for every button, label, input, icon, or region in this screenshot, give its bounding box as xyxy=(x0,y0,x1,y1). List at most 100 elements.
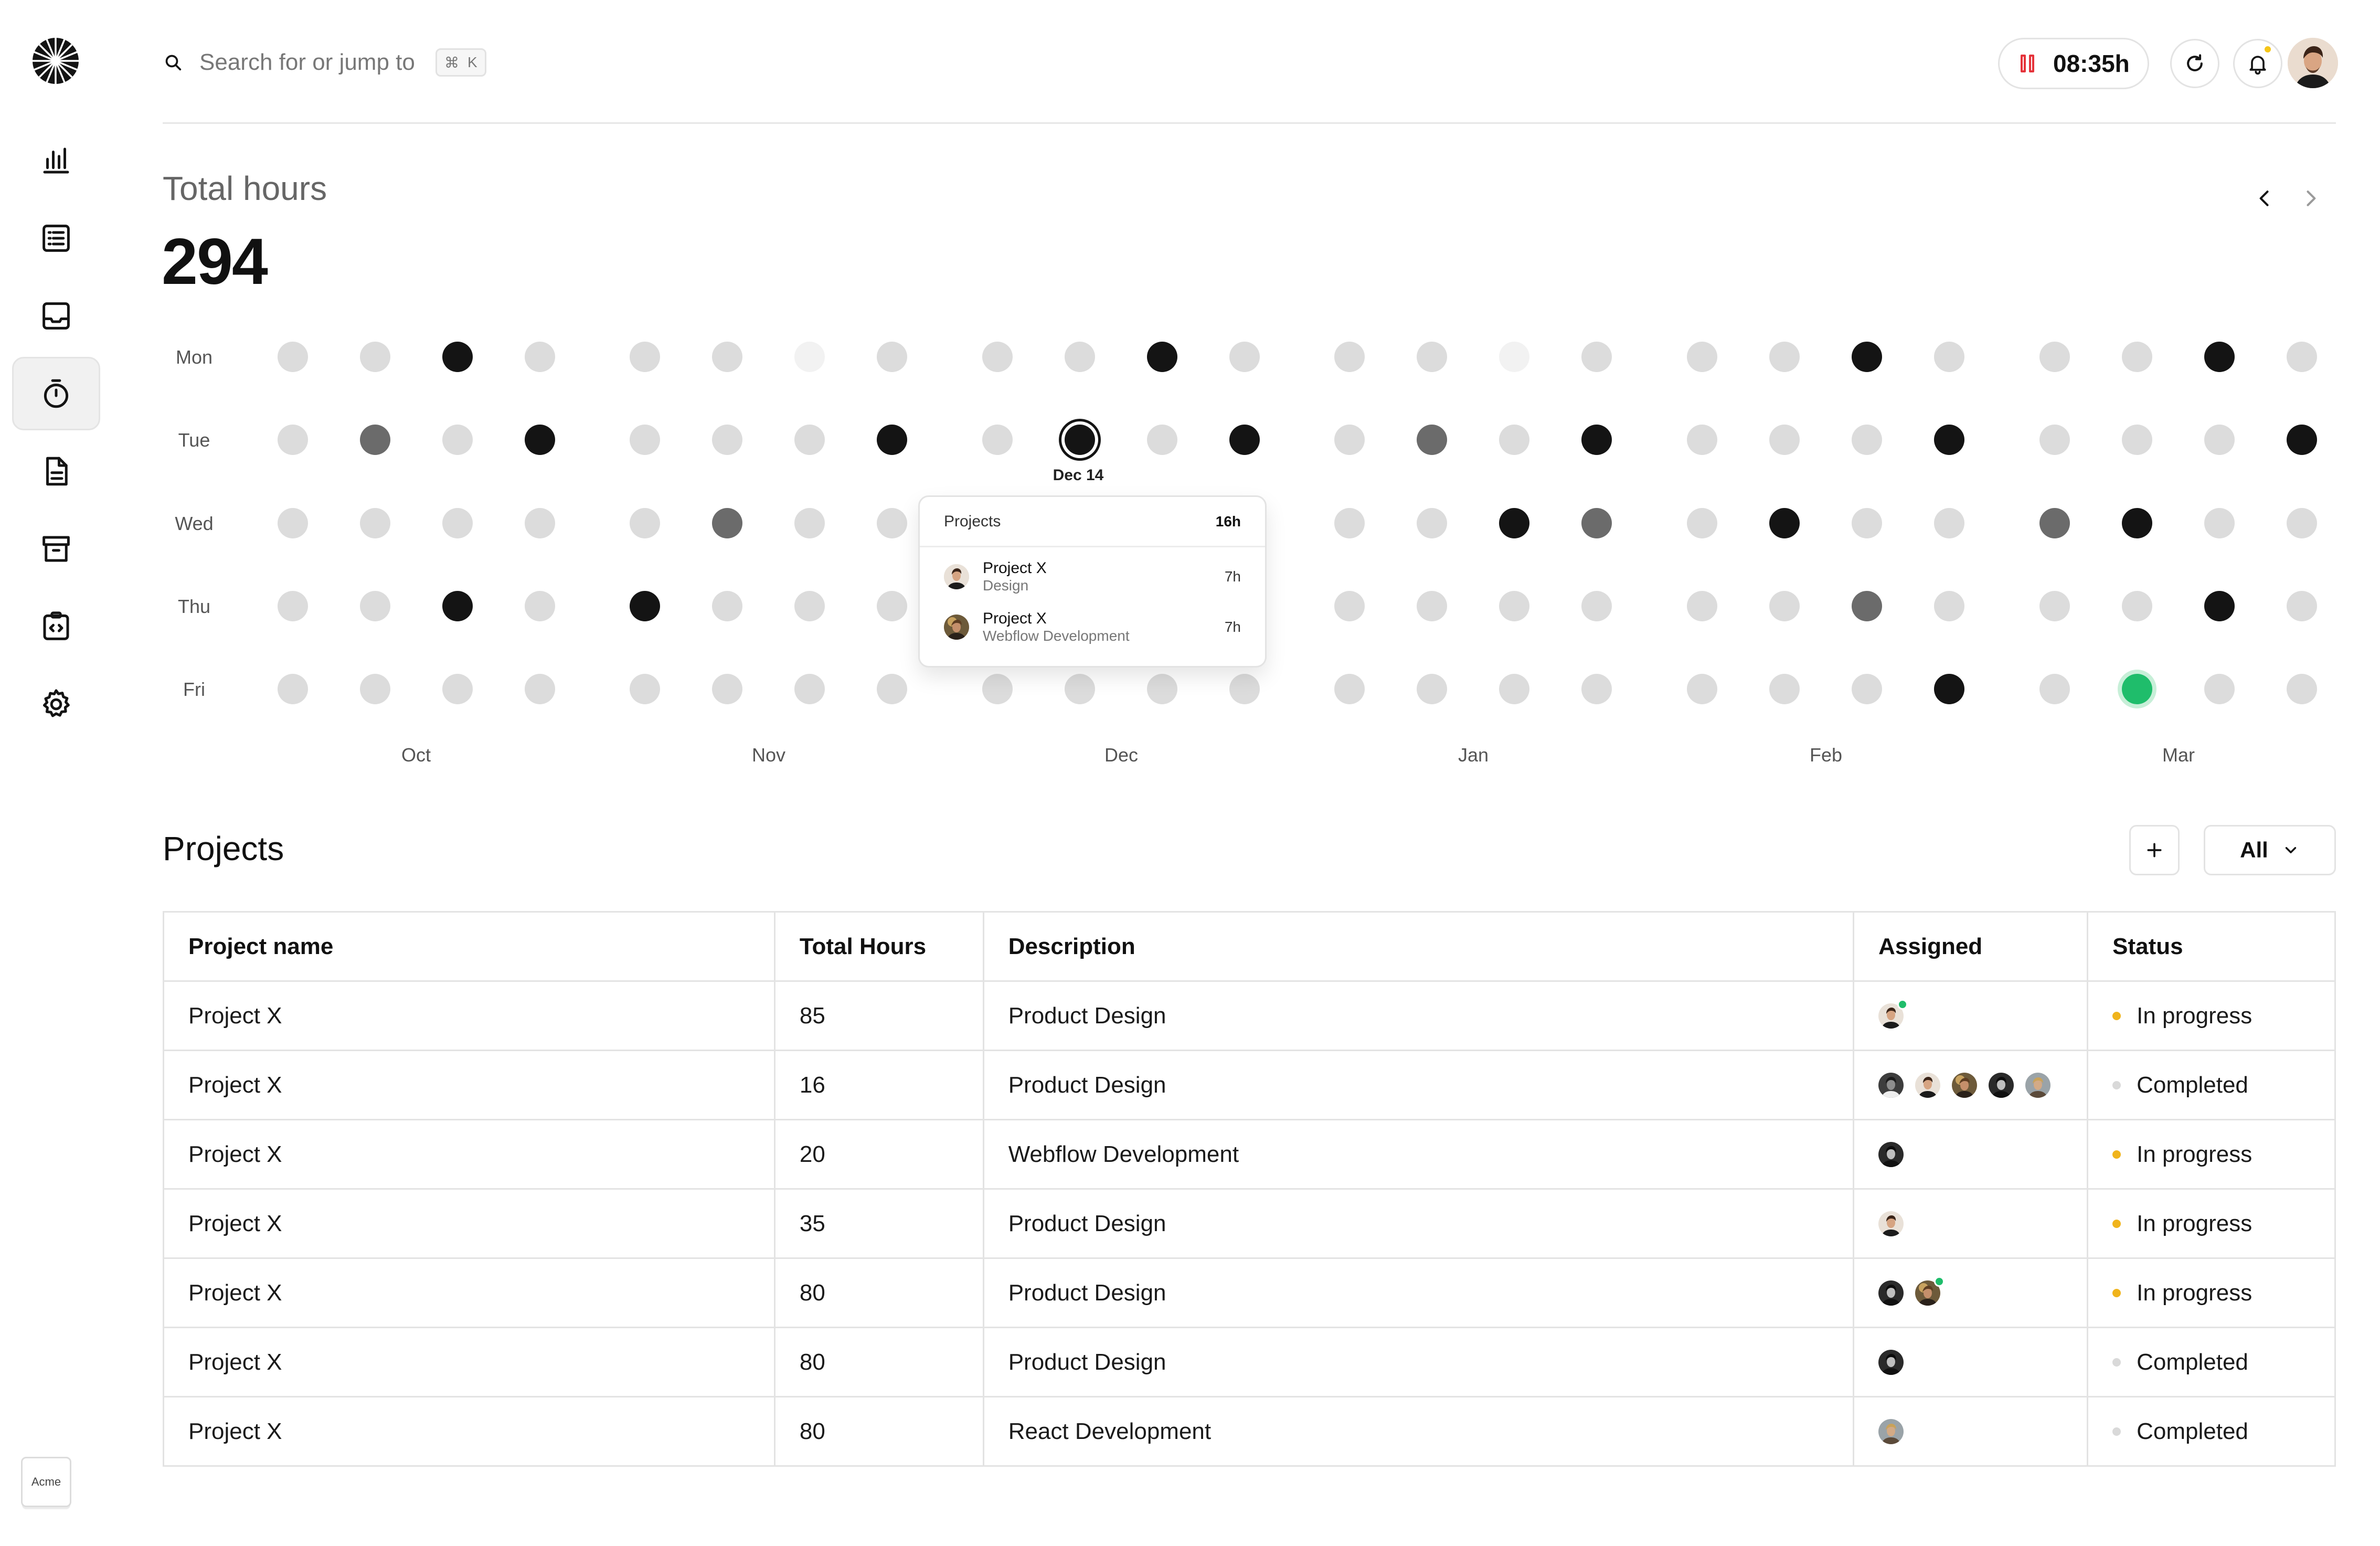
workspace-switcher[interactable]: Acme xyxy=(21,1457,71,1507)
logo-icon[interactable] xyxy=(31,37,80,85)
heatmap-cell[interactable] xyxy=(1687,508,1717,538)
avatar[interactable] xyxy=(1878,1418,1904,1444)
heatmap-cell[interactable] xyxy=(630,674,660,704)
heatmap-cell[interactable] xyxy=(982,425,1013,455)
heatmap-cell[interactable] xyxy=(1229,342,1260,372)
table-row[interactable]: Project X 85 Product Design In progress xyxy=(163,980,2336,1051)
heatmap-cell[interactable] xyxy=(1147,674,1177,704)
avatar[interactable] xyxy=(1878,1072,1904,1098)
heatmap-cell[interactable] xyxy=(794,342,825,372)
heatmap-cell[interactable] xyxy=(1581,674,1612,704)
heatmap-cell[interactable] xyxy=(2122,591,2152,621)
heatmap-cell-today[interactable] xyxy=(2122,674,2152,704)
heatmap-cell[interactable] xyxy=(1769,425,1800,455)
heatmap-cell[interactable] xyxy=(1334,674,1365,704)
column-header-assigned[interactable]: Assigned xyxy=(1853,911,2089,982)
table-row[interactable]: Project X 80 Product Design Completed xyxy=(163,1327,2336,1397)
heatmap-cell[interactable] xyxy=(630,508,660,538)
heatmap-cell[interactable] xyxy=(2039,591,2070,621)
heatmap-cell[interactable] xyxy=(360,425,390,455)
heatmap-cell[interactable] xyxy=(1417,425,1447,455)
table-row[interactable]: Project X 16 Product Design Completed xyxy=(163,1050,2336,1120)
heatmap-cell[interactable] xyxy=(1229,674,1260,704)
heatmap-cell[interactable] xyxy=(1581,508,1612,538)
heatmap-cell[interactable] xyxy=(794,425,825,455)
avatar[interactable] xyxy=(1915,1276,1945,1306)
heatmap-cell[interactable] xyxy=(360,508,390,538)
avatar[interactable] xyxy=(1989,1072,2014,1098)
nav-reports[interactable] xyxy=(12,124,100,197)
heatmap-cell[interactable] xyxy=(2287,342,2317,372)
nav-code[interactable] xyxy=(12,590,100,663)
refresh-button[interactable] xyxy=(2170,39,2219,88)
heatmap-cell[interactable] xyxy=(712,425,742,455)
heatmap-cell[interactable] xyxy=(278,342,308,372)
heatmap-cell[interactable] xyxy=(1147,342,1177,372)
heatmap-cell[interactable] xyxy=(1499,342,1529,372)
search-input[interactable] xyxy=(199,49,430,76)
heatmap-cell[interactable] xyxy=(1417,342,1447,372)
heatmap-cell[interactable] xyxy=(712,508,742,538)
heatmap-cell[interactable] xyxy=(360,674,390,704)
heatmap-cell[interactable] xyxy=(442,508,473,538)
heatmap-cell[interactable] xyxy=(2287,425,2317,455)
notifications-button[interactable] xyxy=(2233,39,2282,88)
column-header-total-hours[interactable]: Total Hours xyxy=(773,911,984,982)
heatmap-cell[interactable] xyxy=(794,591,825,621)
heatmap-cell[interactable] xyxy=(1852,591,1882,621)
heatmap-cell[interactable] xyxy=(1934,508,1964,538)
avatar[interactable] xyxy=(1878,1211,1904,1236)
heatmap-cell[interactable] xyxy=(794,674,825,704)
table-row[interactable]: Project X 80 Product Design In progress xyxy=(163,1257,2336,1328)
heatmap-cell[interactable] xyxy=(1852,674,1882,704)
nav-settings[interactable] xyxy=(12,668,100,741)
add-project-button[interactable] xyxy=(2129,825,2180,875)
heatmap-cell[interactable] xyxy=(877,508,907,538)
heatmap-cell[interactable] xyxy=(982,342,1013,372)
heatmap-cell[interactable] xyxy=(877,674,907,704)
heatmap-cell[interactable] xyxy=(2122,508,2152,538)
heatmap-cell[interactable] xyxy=(442,425,473,455)
heatmap-cell-selected[interactable] xyxy=(1065,425,1095,455)
avatar[interactable] xyxy=(1878,1280,1904,1306)
table-row[interactable]: Project X 80 React Development Completed xyxy=(163,1396,2336,1467)
heatmap-cell[interactable] xyxy=(360,342,390,372)
heatmap-cell[interactable] xyxy=(525,425,555,455)
column-header-project-name[interactable]: Project name xyxy=(163,911,775,982)
heatmap-cell[interactable] xyxy=(1499,674,1529,704)
heatmap-cell[interactable] xyxy=(1934,674,1964,704)
heatmap-cell[interactable] xyxy=(2204,425,2235,455)
heatmap-cell[interactable] xyxy=(1334,508,1365,538)
heatmap-cell[interactable] xyxy=(1147,425,1177,455)
heatmap-cell[interactable] xyxy=(525,591,555,621)
timer-button[interactable]: 08:35h xyxy=(1998,38,2149,89)
avatar[interactable] xyxy=(2025,1072,2051,1098)
nav-inbox[interactable] xyxy=(12,279,100,353)
heatmap-cell[interactable] xyxy=(1581,342,1612,372)
heatmap-cell[interactable] xyxy=(2122,342,2152,372)
prev-period-button[interactable] xyxy=(2248,182,2281,215)
heatmap-cell[interactable] xyxy=(1852,508,1882,538)
heatmap-cell[interactable] xyxy=(525,508,555,538)
heatmap-cell[interactable] xyxy=(2204,508,2235,538)
heatmap-cell[interactable] xyxy=(1334,425,1365,455)
heatmap-cell[interactable] xyxy=(1065,342,1095,372)
heatmap-cell[interactable] xyxy=(2204,342,2235,372)
heatmap-cell[interactable] xyxy=(877,342,907,372)
heatmap-cell[interactable] xyxy=(877,425,907,455)
heatmap-cell[interactable] xyxy=(1499,425,1529,455)
heatmap-cell[interactable] xyxy=(712,674,742,704)
nav-archive[interactable] xyxy=(12,512,100,586)
heatmap-cell[interactable] xyxy=(1417,508,1447,538)
heatmap-cell[interactable] xyxy=(630,342,660,372)
table-row[interactable]: Project X 20 Webflow Development In progres… xyxy=(163,1119,2336,1190)
avatar[interactable] xyxy=(1915,1072,1941,1098)
column-header-description[interactable]: Description xyxy=(982,911,1855,982)
heatmap-cell[interactable] xyxy=(442,591,473,621)
heatmap-cell[interactable] xyxy=(2204,591,2235,621)
heatmap-cell[interactable] xyxy=(278,591,308,621)
heatmap-cell[interactable] xyxy=(2039,425,2070,455)
heatmap-cell[interactable] xyxy=(1769,674,1800,704)
heatmap-cell[interactable] xyxy=(1581,425,1612,455)
heatmap-cell[interactable] xyxy=(1417,591,1447,621)
